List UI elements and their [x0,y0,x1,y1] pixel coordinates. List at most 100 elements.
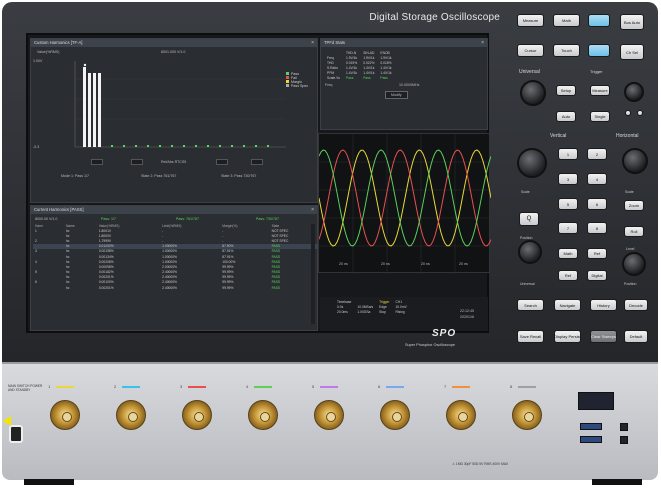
blue-button[interactable] [588,14,610,27]
knob-label: Position [520,236,533,240]
decode-button[interactable]: Decode [624,299,648,311]
table-subhead: Pass: 1/7 [101,217,116,221]
bnc-connector-ch2[interactable] [116,400,146,430]
channel-number: 8 [510,384,513,389]
harmonics-chart-panel[interactable]: Custom Harmonics [TF-A] × Value(%RMS) 800… [30,38,318,203]
bnc-connector-ch6[interactable] [380,400,410,430]
modify-button[interactable]: Modify [385,91,408,99]
probe-port[interactable] [620,436,628,444]
usb-display-port[interactable] [578,392,614,410]
knob-label: Scale [521,190,530,194]
ch7-button[interactable]: 7 [558,222,578,234]
probe-port[interactable] [620,423,628,431]
page-button[interactable] [251,159,263,165]
status-bar[interactable]: Timebase Trigger CH1 0.0s 10.0MSa/s Edge 10.0… [320,297,488,331]
bus-auto-button[interactable]: Bus Auto [620,14,644,30]
bnc-connector-ch8[interactable] [512,400,542,430]
measure-mid-button[interactable]: Measure [590,85,610,96]
usb-port[interactable] [580,423,602,430]
harmonic-bar [159,145,161,147]
waveform-display[interactable]: 20 ns 20 ns 20 ns 20 ns [318,133,492,274]
page-button[interactable] [216,159,228,165]
ch5-button[interactable]: 5 [558,198,578,210]
clock-date: 2020/1/6 [460,315,474,319]
auto-button[interactable]: Auto [556,111,576,122]
ch6-button[interactable]: 6 [587,198,607,210]
trigger-level-knob[interactable] [624,82,644,102]
knob-label: Position [624,282,637,286]
universal-knob[interactable] [520,80,546,106]
harmonics-table: Harm Name Value(%RMS) Limit(%RMS) Margin(%) S… [33,224,323,290]
single-button[interactable]: Single [590,111,610,122]
channel-color-bar [452,386,470,388]
math-button[interactable]: Math [553,14,580,27]
x-tick-label: 20 ns [381,262,390,266]
zoom-button[interactable]: Zoom [624,200,644,211]
bnc-connector-ch4[interactable] [248,400,278,430]
clear-sweeps-button[interactable]: Clear Sweeps [590,330,617,343]
channel-number: 6 [378,384,381,389]
legend-swatch [286,72,289,75]
table-subhead: 8000.00 V/1.0 [35,217,58,221]
legend-swatch [286,84,289,87]
history-button[interactable]: History [590,299,617,311]
vertical-position-knob[interactable] [518,240,542,264]
vertical-scale-knob[interactable] [517,148,547,178]
table-row: 20.0ms 1.00GSa Stop Rising [337,309,405,314]
page-button[interactable] [91,159,103,165]
ref-button[interactable]: Ref [587,248,607,259]
timebase-table: Timebase Trigger CH1 0.0s 10.0MSa/s Edge 10.0… [334,299,410,314]
touch-button[interactable]: Touch [553,44,580,57]
status-state-3: State 3: Pass 730/767 [221,174,257,178]
digital-button[interactable]: Digital [587,270,607,281]
bnc-connector-ch7[interactable] [446,400,476,430]
harmonic-bar [83,67,86,147]
display-screen[interactable]: Custom Harmonics [TF-A] × Value(%RMS) 800… [26,33,492,333]
center-button[interactable]: Rel/Abs RTCS5 [161,160,186,164]
harmonic-bar [98,73,101,147]
search-icon[interactable]: Q [519,212,539,226]
bnc-connector-ch1[interactable] [50,400,80,430]
navigate-button[interactable]: Navigate [554,299,581,311]
measurement-stats-panel[interactable]: TPFd Stats × THD-N SIN-AD ENOB Freq 1.9V/1k 1… [320,38,488,130]
close-icon[interactable]: × [311,207,314,213]
default-button[interactable]: Default [624,330,648,343]
trigger-knob[interactable] [622,252,646,276]
horizontal-label: Horizontal [616,133,639,139]
horizontal-scale-knob[interactable] [622,148,648,174]
oscilloscope: Digital Storage Oscilloscope Custom Harm… [0,0,661,488]
table-scrollbar[interactable] [311,224,315,324]
display-persist-button[interactable]: Display Persist [554,330,581,343]
instrument-foot [592,479,642,485]
save-recall-button[interactable]: Save Recall [517,330,544,343]
ch4-button[interactable]: 4 [587,173,607,185]
measure-button[interactable]: Measure [517,14,544,27]
harmonics-table-panel[interactable]: Current Harmonics [PASS] × 8000.00 V/1.0 … [30,205,323,331]
vertical-label: Vertical [550,133,567,139]
ch-sel-button[interactable]: Ch Sel [620,44,644,60]
ch8-button[interactable]: 8 [587,222,607,234]
close-icon[interactable]: × [481,40,484,46]
math-button-2[interactable]: Math [558,248,578,259]
ch2-button[interactable]: 2 [587,148,607,160]
roll-button[interactable]: Roll [624,226,644,237]
bnc-connector-ch3[interactable] [182,400,212,430]
search-button[interactable]: Search [517,299,544,311]
blue-button-2[interactable] [588,44,610,57]
table-row[interactable]: hc 0.00201% 2.40000% 99.99% PASS [33,285,323,290]
power-label: MAIN SWITCH POWER AND STANDBY [8,384,43,392]
cursor-button[interactable]: Cursor [517,44,544,57]
legend-swatch [286,76,289,79]
usb-port[interactable] [580,436,602,443]
ref-button-2[interactable]: Ref [558,270,578,281]
stats-table: THD-N SIN-AD ENOB Freq 1.9V/1k 1.9V/1k 1.9V/1… [324,50,395,80]
page-button[interactable] [131,159,143,165]
harmonic-bar [183,145,185,147]
channel-color-bar [320,386,338,388]
bnc-connector-ch5[interactable] [314,400,344,430]
ch1-button[interactable]: 1 [558,148,578,160]
power-button[interactable] [9,425,23,443]
brand-logo: SPO [432,328,457,339]
ch3-button[interactable]: 3 [558,173,578,185]
setup-button[interactable]: Setup [556,85,576,96]
